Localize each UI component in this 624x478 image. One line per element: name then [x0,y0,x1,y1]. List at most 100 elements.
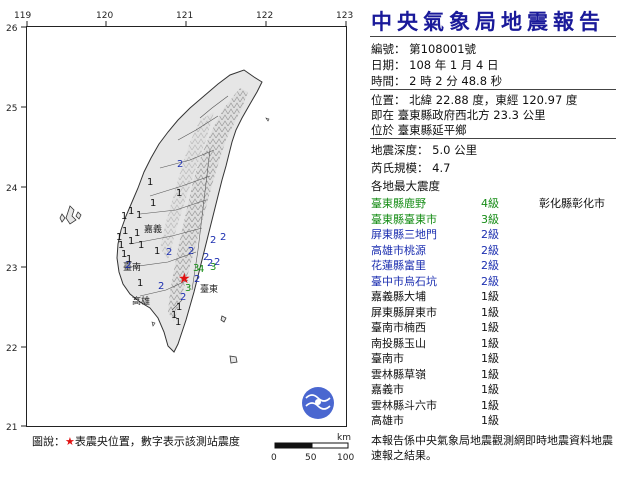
station-intensity-mark: 1 [134,228,140,239]
station-name: 雲林縣草嶺 [371,367,426,381]
station-name: 彰化縣彰化市 [539,197,605,210]
legend-prefix: 圖說： [32,435,65,448]
report-number: 編號： 第108001號 [371,42,477,56]
intensity-row: 花蓮縣富里 2級 [371,257,531,273]
report-footnote: 本報告係中央氣象局地震觀測網即時地震資料地震速報之結果。 [371,434,613,462]
intensity-row: 臺東縣臺東市 3級 [371,211,531,227]
scale-bar [274,442,349,449]
station-name: 臺中市烏石坑 [371,274,437,288]
info-divider [370,89,616,90]
station-name: 臺東縣鹿野 [371,197,426,210]
intensity-row: 臺南市楠西 1級 [371,319,531,335]
station-intensity: 1級 [481,305,499,319]
station-name: 雲林縣斗六市 [371,398,437,412]
intensity-row: 臺中市烏石坑 2級 [371,273,531,289]
station-intensity-mark: 2 [158,281,164,292]
station-intensity: 2級 [481,274,499,288]
intensity-row: 屏東縣三地門 2級 [371,226,531,242]
earthquake-map: 119 120 121 122 123 26 25 24 23 22 21 嘉義… [6,11,354,463]
intensity-row: 屏東縣屏東市 1級 [371,304,531,320]
map-legend: 圖說：★表震央位置，數字表示該測站震度 [32,433,240,449]
info-divider [370,138,616,139]
lat-tick-label: 22 [6,344,17,354]
report-time: 時間： 2 時 2 分 48.8 秒 [371,74,503,88]
station-name: 臺南市 [371,352,404,365]
epicenter-township: 位於 臺東縣延平鄉 [371,123,467,137]
focal-depth: 地震深度： 5.0 公里 [371,143,478,157]
station-intensity-mark: 1 [137,278,143,289]
intensity-row: 嘉義市 1級 [371,381,531,397]
station-name: 屏東縣三地門 [371,228,437,241]
station-intensity: 1級 [481,383,499,396]
station-intensity: 1級 [481,367,499,381]
place-label-chiayi: 嘉義 [144,223,162,235]
epicenter-relative-location: 即在 臺東縣政府西北方 23.3 公里 [371,108,546,122]
intensity-row: 雲林縣斗六市 1級 [371,397,531,413]
station-name: 嘉義市 [371,383,404,396]
station-intensity-mark: 2 [177,159,183,170]
lon-tick-label: 123 [336,11,353,21]
station-intensity-mark: 1 [136,210,142,221]
station-intensity-mark: 1 [154,246,160,257]
station-name: 高雄市桃源 [371,243,426,257]
station-name: 臺東縣臺東市 [371,212,437,226]
station-intensity: 1級 [481,321,499,334]
intensity-row: 嘉義縣大埔 1級 [371,288,531,304]
station-name: 屏東縣屏東市 [371,305,437,319]
station-intensity: 1級 [481,414,499,427]
intensity-row: 高雄市桃源 2級 [371,242,531,258]
station-intensity: 4級 [481,197,499,210]
title-divider [370,36,616,37]
scale-unit-label: km [337,433,351,443]
station-intensity-mark: 2 [194,274,200,285]
scale-tick-label: 50 [305,453,317,463]
station-intensity: 1級 [481,336,499,350]
station-intensity-mark: 1 [126,254,132,265]
station-intensity: 1級 [481,352,499,365]
station-intensity-mark: 2 [166,247,172,258]
lon-tick-label: 120 [96,11,113,21]
station-intensity-mark: 1 [138,240,144,251]
intensity-row: 臺東縣鹿野4級彰化縣彰化市1級 [371,195,624,211]
intensity-row: 臺南市 1級 [371,350,531,366]
scale-tick-label: 100 [337,453,354,463]
lat-tick-label: 26 [6,24,18,34]
station-intensity-mark: 1 [128,206,134,217]
scale-tick-label: 0 [271,453,277,463]
station-name: 高雄市 [371,414,404,427]
lon-tick-label: 119 [14,11,31,21]
magnitude: 芮氏規模： 4.7 [371,161,451,175]
lon-tick-label: 121 [176,11,193,21]
cwb-seal-icon [302,387,334,419]
station-name: 臺南市楠西 [371,321,426,334]
station-intensity-mark: 1 [175,317,181,328]
station-name: 嘉義縣大埔 [371,290,426,303]
station-intensity-mark: 1 [118,240,124,251]
station-intensity: 1級 [481,290,499,303]
station-intensity-mark: 2 [210,235,216,246]
station-intensity-mark: 1 [150,198,156,209]
epicenter-star-icon: ★ [178,271,191,287]
lon-tick-label: 122 [256,11,273,21]
intensity-row: 南投縣玉山 1級 [371,335,531,351]
report-date: 日期： 108 年 1 月 4 日 [371,58,499,72]
lat-tick-label: 25 [6,104,17,114]
station-intensity-mark: 1 [121,211,127,222]
place-label-taitung: 臺東 [200,283,218,295]
intensity-header: 各地最大震度 [371,179,440,193]
orchid-island [229,355,238,364]
station-intensity-mark: 1 [176,302,182,313]
station-intensity: 3級 [481,212,499,226]
intensity-row: 高雄市 1級 [371,412,531,428]
station-intensity-mark: 3 [210,262,216,273]
station-intensity-mark: 1 [176,188,182,199]
station-name: 南投縣玉山 [371,336,426,350]
intensity-row: 雲林縣草嶺 1級 [371,366,531,382]
place-label-kaohsiung: 高雄 [132,295,150,307]
station-intensity: 2級 [481,243,499,257]
epicenter-coordinates: 位置： 北緯 22.88 度，東經 120.97 度 [371,93,578,107]
station-intensity-mark: 2 [188,246,194,257]
lat-tick-label: 24 [6,184,18,194]
station-intensity-mark: 1 [147,177,153,188]
legend-text: 表震央位置，數字表示該測站震度 [74,435,240,448]
